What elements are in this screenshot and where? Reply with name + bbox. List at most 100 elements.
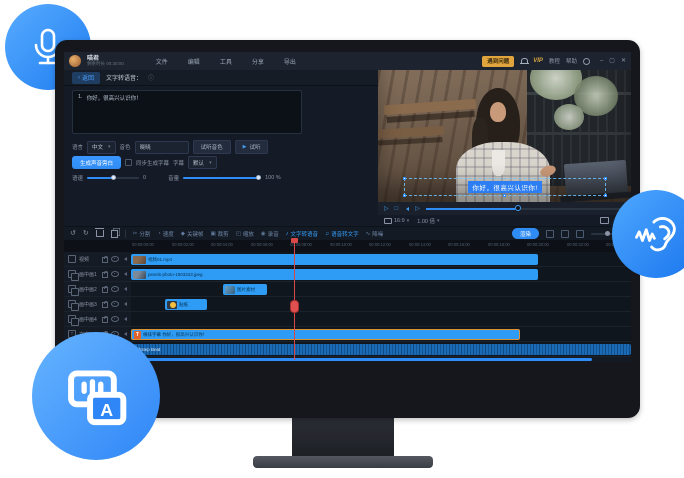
tool-split[interactable]: ✂分割 <box>133 230 151 238</box>
clip-text-subtitle[interactable]: T 横排字幕 你好，很高兴认识你！ <box>131 329 520 340</box>
lock-icon[interactable] <box>102 272 108 278</box>
stop-button[interactable]: □ <box>395 206 399 212</box>
script-textarea[interactable]: 1. 你好，很高兴认识你！ <box>72 90 302 134</box>
redo-button[interactable]: ↻ <box>83 230 89 237</box>
info-icon[interactable]: ⓘ <box>148 73 154 82</box>
track-header-video[interactable]: 视频 <box>64 252 131 266</box>
menu-tools[interactable]: 工具 <box>220 57 232 66</box>
track-header-pip1[interactable]: 画中画1 <box>64 267 131 281</box>
mute-icon[interactable] <box>122 272 127 276</box>
next-frame-button[interactable]: ▷ <box>415 206 420 212</box>
clip-video[interactable]: 视频01.mp4 <box>131 254 538 265</box>
snap-icon[interactable] <box>561 230 569 238</box>
mute-icon[interactable] <box>122 317 127 321</box>
visibility-icon[interactable] <box>111 316 119 322</box>
snapshot-icon[interactable] <box>600 217 609 224</box>
tool-keyframe[interactable]: ◆关键帧 <box>181 230 204 238</box>
mute-button[interactable] <box>404 207 409 211</box>
track-row-text: T 文字1 T 横排字幕 你好，很高兴认识你！ <box>64 327 631 342</box>
track-header-pip4[interactable]: 画中画4 <box>64 312 131 326</box>
lock-icon[interactable] <box>102 257 108 263</box>
playback-speed-select[interactable]: 1.00 倍 ▾ <box>417 217 439 225</box>
audition-button[interactable]: ▶ 试听 <box>235 140 269 154</box>
tool-crop[interactable]: ▣裁剪 <box>210 230 228 238</box>
subtitle-selection-box[interactable]: 你好，很高兴认识你! <box>404 178 606 196</box>
track-header-pip3[interactable]: 画中画3 <box>64 297 131 311</box>
track-lane[interactable] <box>131 312 631 326</box>
horizontal-scrollbar[interactable] <box>131 358 592 361</box>
duplicate-icon[interactable] <box>111 230 118 238</box>
track-row-pip3: 画中画3 贴纸 <box>64 297 631 312</box>
settings-gear-icon[interactable] <box>583 58 590 65</box>
delete-icon[interactable] <box>96 230 104 237</box>
menu-export[interactable]: 导出 <box>284 57 296 66</box>
video-canvas[interactable]: 你好，很高兴认识你! <box>378 70 631 202</box>
language-select[interactable]: 中文 ▾ <box>87 141 116 154</box>
window-close-button[interactable]: ✕ <box>621 58 626 64</box>
playhead-grip[interactable] <box>290 300 299 313</box>
text-clip-tag: T <box>134 331 141 339</box>
audition-voice-button[interactable]: 试听音色 <box>193 140 231 154</box>
track-lane[interactable]: 贴纸 <box>131 297 631 311</box>
pip-track-icon <box>68 270 76 278</box>
lock-icon[interactable] <box>102 302 108 308</box>
undo-button[interactable]: ↺ <box>70 230 76 237</box>
clip-pip1[interactable]: pexels-photo-1903343.jpeg <box>131 269 538 280</box>
link-tutorial[interactable]: 教程 <box>549 57 560 65</box>
track-lane[interactable]: pexels-photo-1903343.jpeg <box>131 267 631 281</box>
mute-icon[interactable] <box>122 302 127 306</box>
tool-denoise[interactable]: ∿降噪 <box>366 230 384 238</box>
generate-voice-button[interactable]: 生成声音旁白 <box>72 156 121 169</box>
menu-share[interactable]: 分享 <box>252 57 264 66</box>
user-avatar[interactable] <box>69 55 81 67</box>
language-label: 语言 <box>72 143 83 151</box>
track-header-pip2[interactable]: 画中画2 <box>64 282 131 296</box>
visibility-icon[interactable] <box>111 271 119 277</box>
tool-zoom[interactable]: ◰缩放 <box>236 230 254 238</box>
play-button[interactable]: ▷ <box>384 206 389 212</box>
tool-speed[interactable]: ◔速度 <box>157 230 173 238</box>
seek-slider[interactable] <box>426 208 625 210</box>
menu-file[interactable]: 文件 <box>156 57 168 66</box>
link-help[interactable]: 帮助 <box>566 57 577 65</box>
clip-sticker[interactable]: 贴纸 <box>165 299 207 310</box>
marker-icon[interactable] <box>546 230 554 238</box>
mute-icon[interactable] <box>122 287 127 291</box>
track-lane[interactable]: Dubstep Beat <box>131 342 631 356</box>
vip-badge[interactable]: VIP <box>533 58 543 64</box>
app-window: 喵君 剩余时长 00:30:00 文件 编辑 工具 分享 导出 遇到问题 VIP… <box>64 52 631 362</box>
tool-text-to-speech[interactable]: ♪文字转语音 <box>286 230 318 238</box>
voice-input[interactable]: 晓晓 <box>135 141 189 154</box>
lock-icon[interactable] <box>102 317 108 323</box>
track-lane[interactable]: 图片素材 <box>131 282 631 296</box>
tool-record[interactable]: ◉录音 <box>261 230 279 238</box>
mute-icon[interactable] <box>122 332 127 336</box>
track-manage-icon[interactable] <box>576 230 584 238</box>
track-lane[interactable]: T 横排字幕 你好，很高兴认识你！ <box>131 327 631 341</box>
visibility-icon[interactable] <box>111 301 119 307</box>
clip-audio-music[interactable]: Dubstep Beat <box>131 344 631 355</box>
subtitle-overlay[interactable]: 你好，很高兴认识你! <box>468 181 541 193</box>
window-minimize-button[interactable]: – <box>600 58 603 64</box>
playhead-line[interactable] <box>294 238 295 360</box>
feedback-button[interactable]: 遇到问题 <box>482 56 514 67</box>
menu-edit[interactable]: 编辑 <box>188 57 200 66</box>
track-lane[interactable]: 视频01.mp4 <box>131 252 631 266</box>
render-button[interactable]: 渲染 <box>512 228 539 239</box>
aspect-ratio-select[interactable]: 16:9 ▾ <box>384 218 409 224</box>
notification-bell-icon[interactable] <box>520 58 527 65</box>
mute-icon[interactable] <box>122 257 127 261</box>
visibility-icon[interactable] <box>111 286 119 292</box>
lock-icon[interactable] <box>102 287 108 293</box>
window-maximize-button[interactable]: ▢ <box>609 58 615 64</box>
back-button[interactable]: ‹ 返回 <box>72 72 100 84</box>
visibility-icon[interactable] <box>111 256 119 262</box>
sync-subtitle-checkbox[interactable] <box>125 159 132 166</box>
rate-slider[interactable] <box>87 177 139 179</box>
subtitle-style-select[interactable]: 默认 ▾ <box>188 156 217 169</box>
playhead-marker[interactable] <box>291 238 298 243</box>
volume-slider[interactable] <box>183 177 261 179</box>
tool-speech-to-text[interactable]: ♫语音转文字 <box>325 230 359 238</box>
clip-pip2[interactable]: 图片素材 <box>223 284 267 295</box>
back-arrow-icon: ‹ <box>78 75 80 81</box>
